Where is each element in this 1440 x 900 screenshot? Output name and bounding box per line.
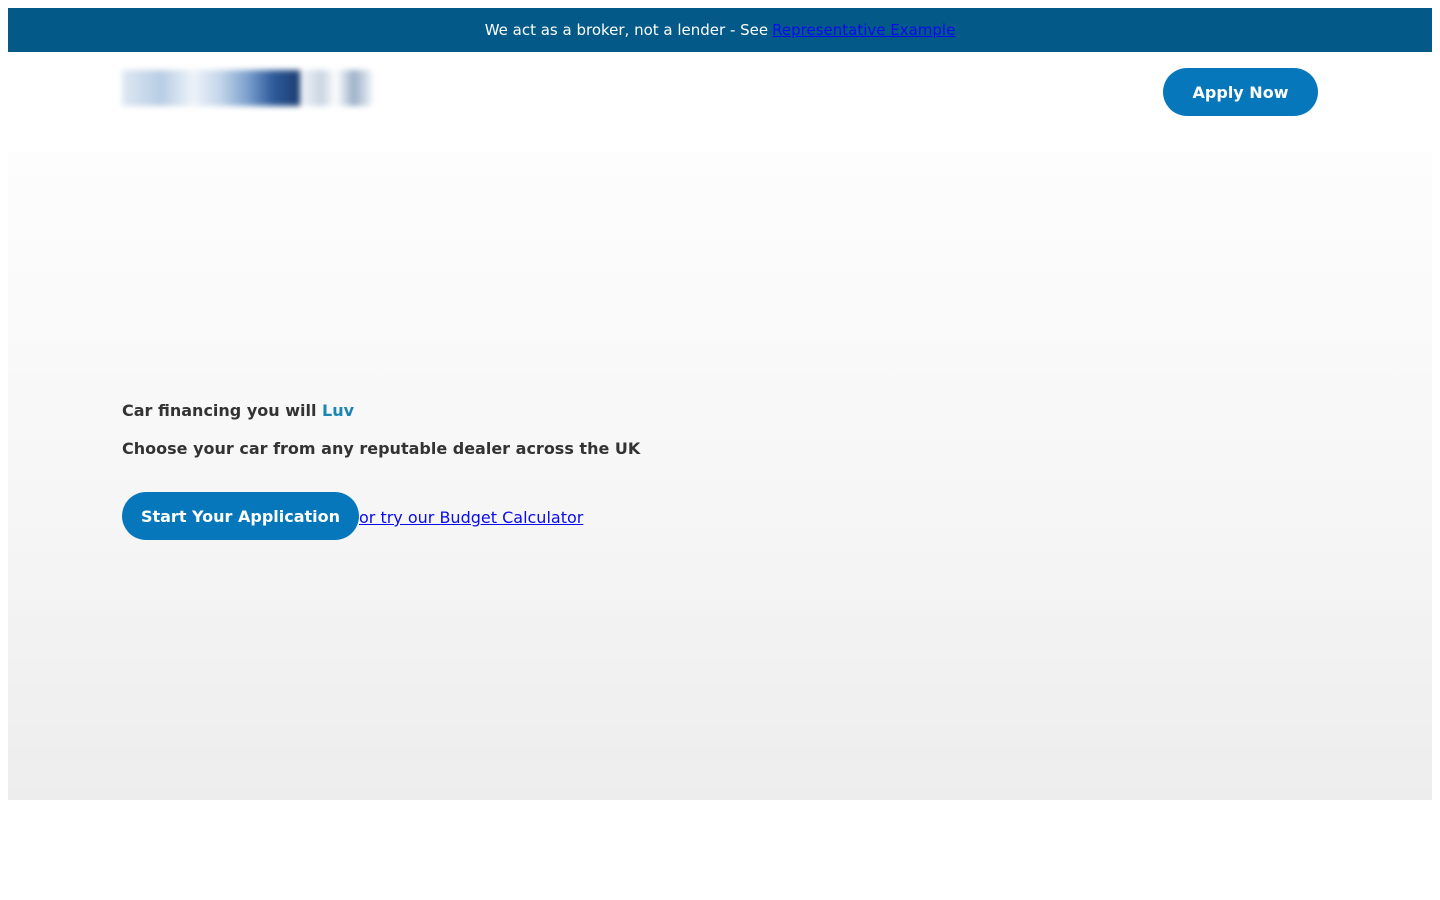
- hero-section: Car financing you will Luv Choose your c…: [8, 152, 1432, 800]
- page-frame: We act as a broker, not a lender - See R…: [8, 8, 1432, 800]
- budget-calculator-link[interactable]: or try our Budget Calculator: [359, 508, 583, 527]
- hero-title-prefix: Car financing you will: [122, 401, 317, 420]
- banner-text: We act as a broker, not a lender - See: [484, 21, 769, 39]
- site-header: Apply Now: [8, 52, 1432, 152]
- hero-title: Car financing you will Luv: [122, 401, 354, 420]
- hero-subtitle: Choose your car from any reputable deale…: [122, 439, 641, 458]
- hero-title-accent: Luv: [322, 401, 355, 420]
- apply-now-button[interactable]: Apply Now: [1163, 68, 1318, 116]
- representative-example-link[interactable]: Representative Example: [772, 21, 955, 39]
- logo-mark: [122, 70, 300, 106]
- top-banner: We act as a broker, not a lender - See R…: [8, 8, 1432, 52]
- site-logo[interactable]: [122, 70, 372, 106]
- start-application-button[interactable]: Start Your Application: [122, 492, 359, 540]
- logo-wordmark: [300, 70, 372, 106]
